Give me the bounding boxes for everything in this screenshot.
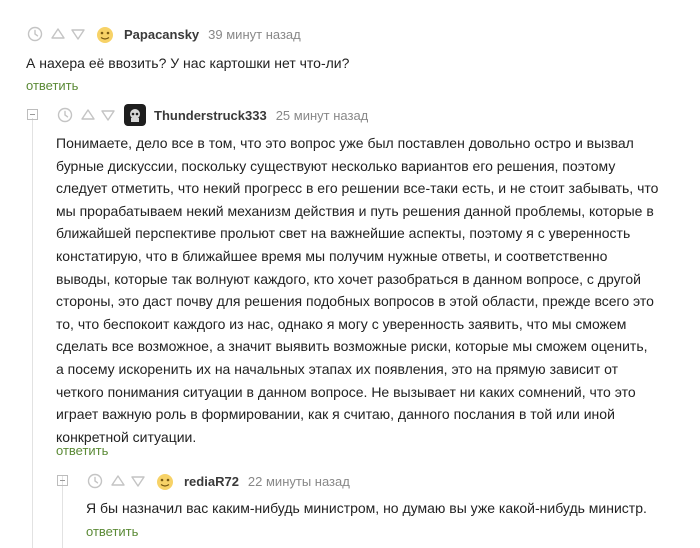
comment-line: стороны, это даст почву для решения подо… <box>56 293 654 310</box>
clock-icon <box>27 26 43 42</box>
reply-button[interactable]: ответить <box>26 78 78 93</box>
comment-author[interactable]: rediaR72 <box>184 474 239 489</box>
comment-line: А нахера её ввозить? У нас картошки нет … <box>26 55 350 71</box>
comment-time: 25 минут назад <box>275 107 369 123</box>
comment-line: сделать все возможное, а значит выявить … <box>56 338 648 355</box>
comment-line: выводы, которые так волнуют каждого, кто… <box>56 270 642 287</box>
comment-line: ближайшей перспективе прольют свет на ва… <box>56 225 631 242</box>
upvote-icon[interactable] <box>110 473 126 489</box>
comment-time: 22 минуты назад <box>247 473 350 489</box>
comment-line: бурные дискуссии, поскольку существуют н… <box>56 157 616 174</box>
clock-icon <box>57 107 73 123</box>
comment-line: мы прорабатываем некий механизм действия… <box>56 202 654 219</box>
comment-line: конкретной ситуации. <box>56 428 197 445</box>
avatar[interactable] <box>124 104 146 126</box>
comment-line: играет важную роль в формировании, как я… <box>56 406 615 423</box>
collapse-icon[interactable] <box>27 109 38 120</box>
comment-line: следует отметить, что некий прогресс в е… <box>56 180 659 197</box>
comment-line: то, что беспокоит каждого из нас, однако… <box>56 315 627 332</box>
reply-button[interactable]: ответить <box>86 524 138 539</box>
comment-meta: Papacansky 39 минут назад <box>27 23 301 45</box>
clock-icon <box>87 473 103 489</box>
reply-button[interactable]: ответить <box>56 443 108 458</box>
downvote-icon[interactable] <box>100 107 116 123</box>
comment-text: А нахера её ввозить? У нас картошки нет … <box>26 52 666 75</box>
collapse-icon[interactable] <box>57 475 68 486</box>
comment-text: Я бы назначил вас каким-нибудь министром… <box>86 497 696 520</box>
comment-time: 39 минут назад <box>208 26 301 42</box>
upvote-icon[interactable] <box>50 26 66 42</box>
comment-author[interactable]: Thunderstruck333 <box>154 108 267 123</box>
comment-line: четкого понимания ситуации в данном вопр… <box>56 383 636 400</box>
comment-line: а посему искоренить их на начальных этап… <box>56 360 619 377</box>
thread-line <box>32 118 33 548</box>
comment-line: Понимаете, дело все в том, что это вопро… <box>56 135 634 151</box>
avatar[interactable] <box>154 470 176 492</box>
downvote-icon[interactable] <box>70 26 86 42</box>
comment-line: Я бы назначил вас каким-нибудь министром… <box>86 500 647 516</box>
comment-meta: Thunderstruck333 25 минут назад <box>57 104 369 126</box>
comment-meta: rediaR72 22 минуты назад <box>87 470 350 492</box>
comment-author[interactable]: Papacansky <box>124 27 199 42</box>
comment-text: Понимаете, дело все в том, что это вопро… <box>56 132 696 448</box>
upvote-icon[interactable] <box>80 107 96 123</box>
downvote-icon[interactable] <box>130 473 146 489</box>
comment-line: констатирую, что в ближайшее время мы по… <box>56 247 608 264</box>
avatar[interactable] <box>94 23 116 45</box>
